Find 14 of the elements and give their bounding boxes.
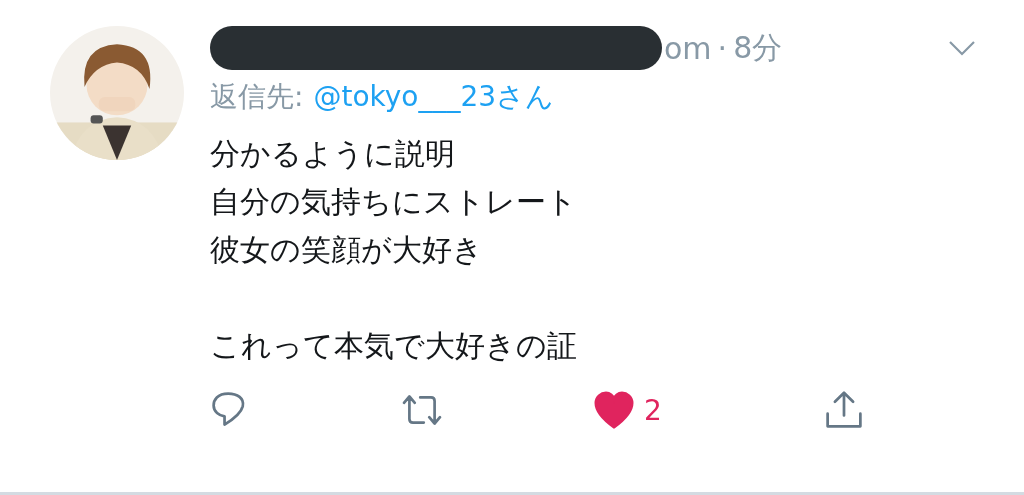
chevron-down-icon[interactable] [948, 40, 976, 56]
mention-link[interactable]: @tokyo___23さん [313, 78, 555, 116]
timestamp: 8分 [733, 28, 783, 67]
share-icon[interactable] [824, 390, 864, 430]
separator: · [717, 30, 728, 66]
tweet-text-line: 彼女の笑顔が大好き [210, 232, 483, 267]
retweet-icon[interactable] [400, 392, 444, 428]
username-tail: om [664, 30, 712, 66]
like-count: 2 [644, 393, 662, 427]
heart-icon[interactable] [594, 391, 634, 429]
tweet-text-line: 分かるように説明 [210, 136, 455, 171]
tweet-text-line: これって本気で大好きの証 [210, 328, 577, 363]
tweet-text-line: 自分の気持ちにストレート [210, 184, 577, 219]
reply-label: 返信先: [210, 79, 304, 115]
